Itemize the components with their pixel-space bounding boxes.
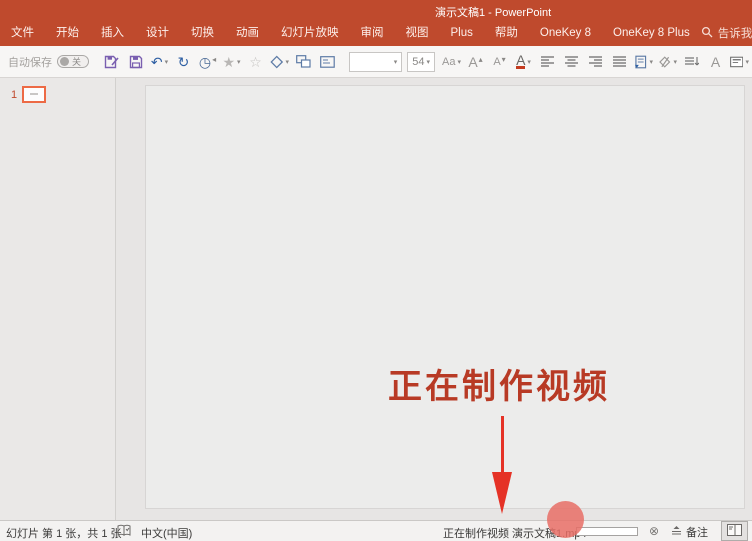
screenshot-icon[interactable] <box>292 50 315 74</box>
chevron-down-icon: ▾ <box>237 58 241 66</box>
search-icon <box>701 26 713 41</box>
redo-icon[interactable]: ↻ <box>172 50 195 74</box>
change-case-icon[interactable]: Aa▾ <box>440 50 463 74</box>
normal-view-icon <box>727 524 742 539</box>
annotation-arrow-line <box>501 416 504 474</box>
font-dialog-icon[interactable]: A <box>704 50 727 74</box>
title-bar: 演示文稿1 - PowerPoint <box>0 0 752 20</box>
autosave-label: 自动保存 <box>8 54 52 70</box>
menu-tab-review[interactable]: 审阅 <box>350 20 395 46</box>
draw-shape-icon[interactable]: ▾ <box>268 50 291 74</box>
menu-tab-home[interactable]: 开始 <box>45 20 90 46</box>
annotation-arrow-head-icon <box>492 472 512 514</box>
chevron-down-icon: ▾ <box>285 58 289 66</box>
save-icon[interactable] <box>124 50 147 74</box>
autosave-toggle[interactable]: 关 <box>57 55 89 68</box>
menu-tab-help[interactable]: 帮助 <box>484 20 529 46</box>
toggle-knob-icon <box>60 57 69 66</box>
cancel-export-icon[interactable]: ⊗ <box>649 524 659 538</box>
shape-outline-icon[interactable]: ▾ <box>656 50 679 74</box>
menu-tab-plus[interactable]: Plus <box>440 20 484 46</box>
undo-icon[interactable]: ↶▾ <box>148 50 171 74</box>
notes-label: 备注 <box>686 524 708 540</box>
font-size-value: 54 <box>412 56 424 68</box>
menu-tab-view[interactable]: 视图 <box>395 20 440 46</box>
slide-canvas[interactable] <box>145 85 745 509</box>
font-size-combobox[interactable]: 54 ▾ <box>407 52 435 72</box>
slide-thumbnail[interactable] <box>22 86 46 103</box>
rehearse-timings-icon[interactable]: ◷◂ <box>196 50 219 74</box>
chevron-down-icon: ▾ <box>527 58 531 66</box>
language-indicator[interactable]: 中文(中国) <box>141 525 192 541</box>
font-color-icon[interactable]: A▾ <box>512 50 535 74</box>
menu-bar: 文件开始插入设计切换动画幻灯片放映审阅视图Plus帮助OneKey 8OneKe… <box>0 20 752 46</box>
menu-tab-insert[interactable]: 插入 <box>90 20 135 46</box>
shrink-font-icon[interactable]: A▾ <box>488 50 511 74</box>
chevron-down-icon: ▾ <box>457 58 461 66</box>
autosave-state: 关 <box>72 55 81 68</box>
menu-tab-onekey-8-plus[interactable]: OneKey 8 Plus <box>602 20 701 46</box>
notes-icon <box>671 525 682 539</box>
autosave-group: 自动保存 关 <box>8 54 89 70</box>
slide-number-label: 1 <box>11 89 17 101</box>
align-center-icon[interactable] <box>560 50 583 74</box>
menu-tab-transitions[interactable]: 切换 <box>180 20 225 46</box>
menu-tab-slide-show[interactable]: 幻灯片放映 <box>270 20 350 46</box>
chevron-down-icon: ▾ <box>745 58 749 66</box>
slide-counter: 幻灯片 第 1 张，共 1 张 <box>6 525 122 541</box>
window-title: 演示文稿1 - PowerPoint <box>435 4 551 20</box>
play-animations-icon[interactable]: ★▾ <box>220 50 243 74</box>
menu-tab-onekey-8[interactable]: OneKey 8 <box>529 20 602 46</box>
new-slide-icon[interactable]: ▾ <box>632 50 655 74</box>
align-justify-icon[interactable] <box>608 50 631 74</box>
text-direction-icon[interactable] <box>680 50 703 74</box>
annotation-text: 正在制作视频 <box>388 359 610 408</box>
menu-tab-file[interactable]: 文件 <box>0 20 45 46</box>
status-bar: 幻灯片 第 1 张，共 1 张 中文(中国) 正在制作视频 演示文稿1.mp4 … <box>0 520 752 541</box>
text-box-icon[interactable] <box>316 50 339 74</box>
export-status-text: 正在制作视频 演示文稿1.mp4 <box>443 525 587 541</box>
chevron-down-icon: ▾ <box>426 58 430 66</box>
font-name-combobox[interactable]: ▾ <box>349 52 402 72</box>
chevron-down-icon: ▾ <box>165 58 169 66</box>
export-progress-bar <box>576 527 638 536</box>
proofing-icon[interactable] <box>117 524 131 540</box>
chevron-down-icon: ▾ <box>394 58 398 66</box>
quick-access-toolbar: 自动保存 关 ↶▾↻◷◂★▾☆▾ ▾ 54 ▾ Aa▾A▴A▾A▾▾▾A▾ <box>0 46 752 78</box>
menu-tab-design[interactable]: 设计 <box>135 20 180 46</box>
grow-font-icon[interactable]: A▴ <box>464 50 487 74</box>
menu-tab-animations[interactable]: 动画 <box>225 20 270 46</box>
notes-toggle-button[interactable]: 备注 <box>671 524 708 540</box>
animation-pane-icon[interactable]: ☆ <box>244 50 267 74</box>
layout-picker-icon[interactable]: ▾ <box>728 50 751 74</box>
search-placeholder: 告诉我你想要做什么 <box>718 25 752 41</box>
chevron-down-icon: ▾ <box>649 58 653 66</box>
align-left-icon[interactable] <box>536 50 559 74</box>
align-right-icon[interactable] <box>584 50 607 74</box>
chevron-down-icon: ▾ <box>673 58 677 66</box>
content-area: 1 正在制作视频 <box>0 78 752 520</box>
normal-view-button[interactable] <box>721 521 748 541</box>
slide-thumbnails-panel: 1 <box>0 78 116 520</box>
save-as-icon[interactable] <box>100 50 123 74</box>
tell-me-search[interactable]: 告诉我你想要做什么 <box>701 25 752 41</box>
